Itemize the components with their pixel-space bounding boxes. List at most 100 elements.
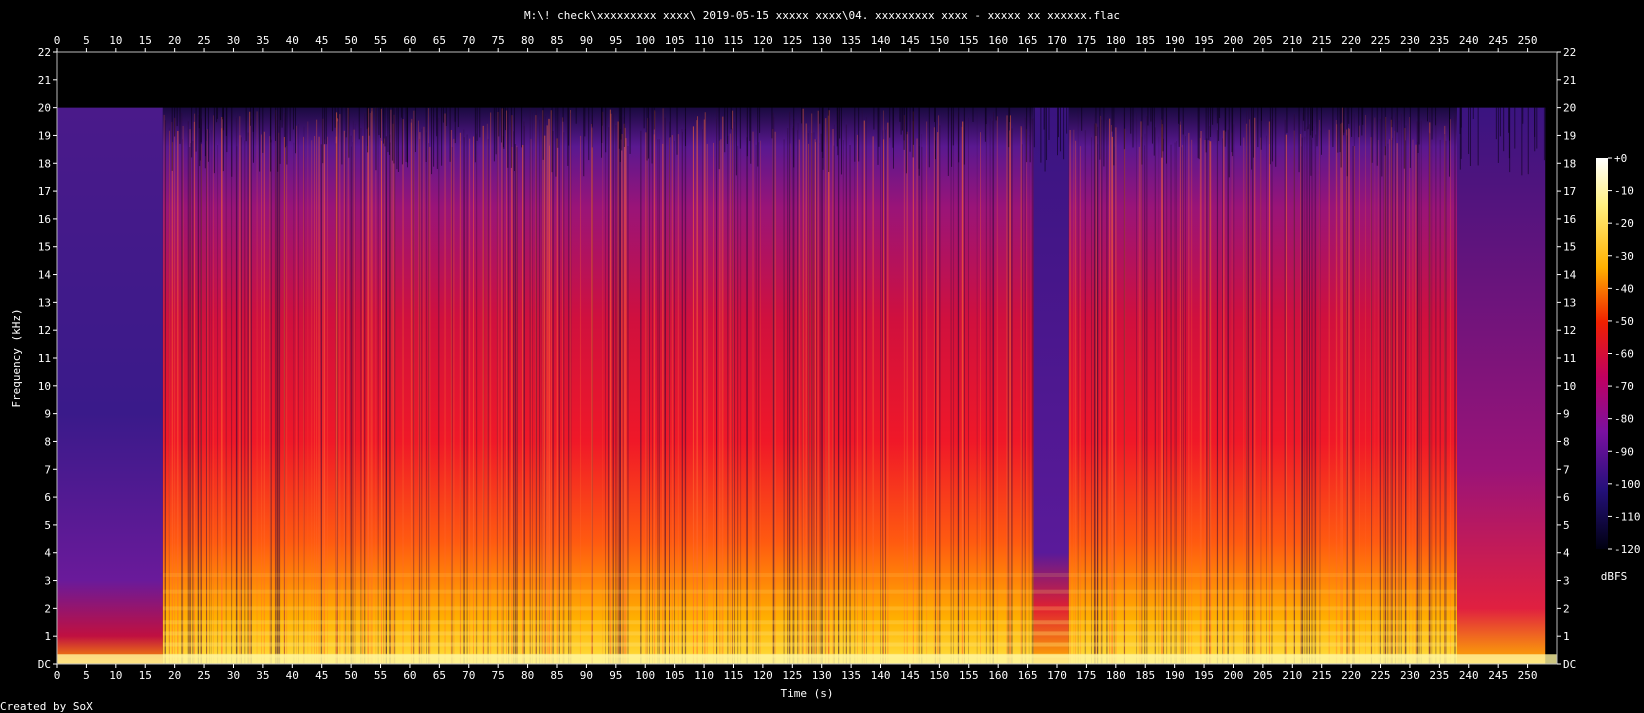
x-tick-label: 180 — [1106, 34, 1126, 47]
x-tick-label: 160 — [988, 34, 1008, 47]
x-tick-label: 75 — [492, 669, 505, 682]
x-tick-label: 215 — [1312, 34, 1332, 47]
x-tick-label: 45 — [315, 669, 328, 682]
y-tick-label: 4 — [44, 547, 51, 560]
x-tick-label: 40 — [286, 34, 299, 47]
x-tick-label: 230 — [1400, 669, 1420, 682]
y-tick-label: 8 — [1563, 435, 1570, 448]
y-tick-label: 19 — [1563, 129, 1576, 142]
x-tick-label: 5 — [83, 34, 90, 47]
x-tick-label: 135 — [841, 34, 861, 47]
x-tick-label: 220 — [1341, 669, 1361, 682]
x-tick-label: 75 — [492, 34, 505, 47]
y-tick-label: 22 — [38, 46, 51, 59]
x-tick-label: 25 — [197, 669, 210, 682]
x-tick-label: 160 — [988, 669, 1008, 682]
x-tick-label: 190 — [1165, 669, 1185, 682]
x-tick-label: 215 — [1312, 669, 1332, 682]
y-tick-label: 10 — [1563, 380, 1576, 393]
y-tick-label: 9 — [44, 408, 51, 421]
x-tick-label: 170 — [1047, 669, 1067, 682]
y-tick-label: 11 — [38, 352, 51, 365]
x-tick-label: 235 — [1429, 669, 1449, 682]
y-axis-right: DC12345678910111213141516171819202122 — [1557, 46, 1577, 671]
x-tick-label: 30 — [227, 669, 240, 682]
x-tick-label: 80 — [521, 34, 534, 47]
y-tick-label: 12 — [1563, 324, 1576, 337]
x-tick-label: 0 — [54, 669, 61, 682]
x-tick-label: 60 — [403, 34, 416, 47]
y-tick-label: 1 — [44, 630, 51, 643]
y-tick-label: 2 — [1563, 602, 1570, 615]
x-tick-label: 235 — [1429, 34, 1449, 47]
y-tick-label: DC — [38, 658, 51, 671]
spectrogram-segment — [57, 107, 163, 665]
x-tick-label: 125 — [782, 669, 802, 682]
colorbar: +0 -10 -20 -30 -40 -50 -60 -70 -80 -90 -100 -110 -12… — [1596, 152, 1641, 583]
x-tick-label: 240 — [1459, 34, 1479, 47]
x-tick-label: 130 — [812, 669, 832, 682]
x-tick-label: 125 — [782, 34, 802, 47]
x-tick-label: 195 — [1194, 34, 1214, 47]
x-tick-label: 40 — [286, 669, 299, 682]
harmonic-band — [162, 606, 1458, 611]
x-tick-label: 55 — [374, 669, 387, 682]
x-tick-label: 175 — [1076, 669, 1096, 682]
colorbar-tick-label: +0 — [1614, 152, 1627, 165]
x-tick-label: 15 — [139, 34, 152, 47]
x-tick-label: 230 — [1400, 34, 1420, 47]
y-tick-label: 4 — [1563, 547, 1570, 560]
x-tick-label: 245 — [1488, 34, 1508, 47]
spectrogram-segment — [162, 107, 1034, 665]
x-tick-label: 95 — [609, 34, 622, 47]
x-tick-label: 165 — [1018, 669, 1038, 682]
spectrogram-segment — [1033, 107, 1069, 665]
footer-credit: Created by SoX — [0, 700, 93, 713]
colorbar-tick-label: -110 — [1614, 510, 1641, 523]
x-tick-label: 10 — [109, 669, 122, 682]
colorbar-tick-label: -100 — [1614, 478, 1641, 491]
x-tick-label: 140 — [871, 34, 891, 47]
y-tick-label: 16 — [38, 213, 51, 226]
colorbar-tick-label: -120 — [1614, 543, 1641, 556]
x-tick-label: 85 — [550, 669, 563, 682]
x-tick-label: 110 — [694, 34, 714, 47]
x-tick-label: 190 — [1165, 34, 1185, 47]
x-tick-label: 105 — [665, 669, 685, 682]
y-tick-label: 11 — [1563, 352, 1576, 365]
x-tick-label: 100 — [635, 34, 655, 47]
y-tick-label: 3 — [1563, 575, 1570, 588]
x-tick-label: 65 — [433, 34, 446, 47]
y-tick-label: 13 — [38, 296, 51, 309]
y-tick-label: 7 — [44, 463, 51, 476]
y-tick-label: 5 — [1563, 519, 1570, 532]
y-tick-label: 17 — [1563, 185, 1576, 198]
x-tick-label: 35 — [256, 34, 269, 47]
plot-area — [56, 51, 1558, 665]
x-tick-label: 20 — [168, 669, 181, 682]
colorbar-tick-label: -90 — [1614, 445, 1634, 458]
x-tick-label: 180 — [1106, 669, 1126, 682]
x-tick-label: 200 — [1224, 669, 1244, 682]
y-axis-left: DC12345678910111213141516171819202122 — [38, 46, 57, 671]
x-tick-label: 65 — [433, 669, 446, 682]
y-tick-label: 17 — [38, 185, 51, 198]
x-tick-label: 140 — [871, 669, 891, 682]
x-tick-label: 100 — [635, 669, 655, 682]
x-tick-label: 145 — [900, 669, 920, 682]
x-tick-label: 110 — [694, 669, 714, 682]
chart-title: M:\! check\xxxxxxxxx xxxx\ 2019-05-15 xx… — [524, 9, 1120, 22]
y-tick-label: 21 — [38, 74, 51, 87]
dc-band — [57, 654, 1557, 664]
y-axis-label: Frequency (kHz) — [10, 308, 23, 407]
y-tick-label: 14 — [1563, 269, 1577, 282]
x-tick-label: 0 — [54, 34, 61, 47]
x-tick-label: 250 — [1518, 669, 1538, 682]
colorbar-gradient — [1596, 158, 1608, 549]
colorbar-tick-label: -30 — [1614, 250, 1634, 263]
x-tick-label: 175 — [1076, 34, 1096, 47]
x-tick-label: 210 — [1282, 669, 1302, 682]
x-tick-label: 225 — [1371, 669, 1391, 682]
x-tick-label: 150 — [929, 669, 949, 682]
y-tick-label: 18 — [1563, 157, 1576, 170]
